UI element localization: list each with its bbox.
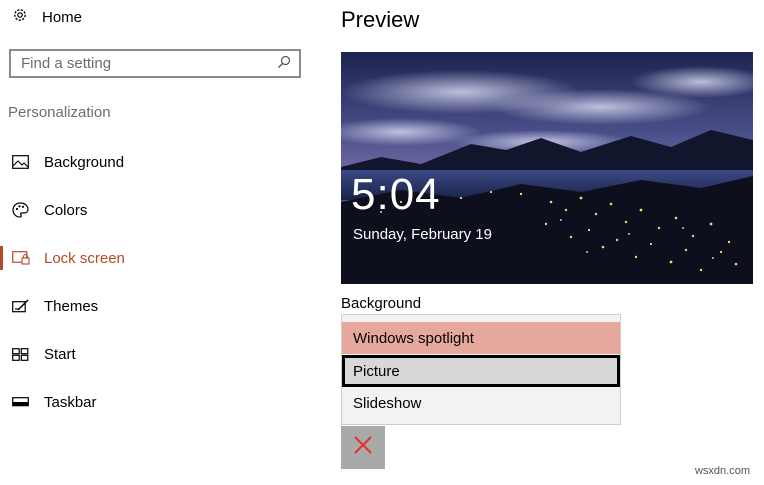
search-icon	[277, 55, 291, 73]
lock-screen-icon	[12, 251, 32, 265]
option-label: Slideshow	[353, 394, 422, 412]
page-title: Preview	[341, 7, 420, 32]
sidebar-item-lock-screen[interactable]: Lock screen	[0, 242, 300, 274]
home-link[interactable]: Home	[12, 0, 82, 34]
start-icon	[12, 347, 32, 361]
sidebar-item-background[interactable]: Background	[0, 146, 300, 178]
sidebar-item-label: Start	[44, 345, 76, 363]
sidebar-item-label: Background	[44, 153, 125, 171]
preview-time: 5:04	[351, 170, 441, 219]
sidebar-item-start[interactable]: Start	[0, 338, 300, 370]
gear-icon	[12, 7, 28, 28]
option-slideshow[interactable]: Slideshow	[342, 387, 620, 419]
option-label: Windows spotlight	[353, 329, 474, 347]
option-picture[interactable]: Picture	[342, 355, 620, 387]
background-dropdown-list: Windows spotlight Picture Slideshow	[341, 314, 621, 425]
sidebar-item-taskbar[interactable]: Taskbar	[0, 386, 300, 418]
close-button[interactable]	[341, 426, 385, 469]
palette-icon	[12, 202, 32, 218]
sidebar-item-label: Lock screen	[44, 249, 125, 267]
image-icon	[12, 155, 32, 169]
option-windows-spotlight[interactable]: Windows spotlight	[342, 322, 620, 354]
background-label: Background	[341, 295, 422, 312]
preview-date: Sunday, February 19	[353, 226, 492, 243]
close-icon	[353, 435, 373, 460]
search-placeholder: Find a setting	[21, 55, 112, 72]
sidebar-item-label: Themes	[44, 297, 99, 315]
option-label: Picture	[353, 362, 400, 380]
home-label: Home	[42, 8, 83, 26]
sidebar-item-themes[interactable]: Themes	[0, 290, 300, 322]
taskbar-icon	[12, 397, 32, 407]
search-input[interactable]: Find a setting	[9, 49, 301, 78]
section-heading: Personalization	[8, 104, 111, 121]
sidebar-item-colors[interactable]: Colors	[0, 194, 300, 226]
sidebar-item-label: Taskbar	[44, 393, 97, 411]
sidebar-item-label: Colors	[44, 201, 88, 219]
themes-icon	[12, 298, 32, 314]
watermark: wsxdn.com	[694, 465, 750, 477]
lock-screen-preview-image	[341, 52, 753, 284]
